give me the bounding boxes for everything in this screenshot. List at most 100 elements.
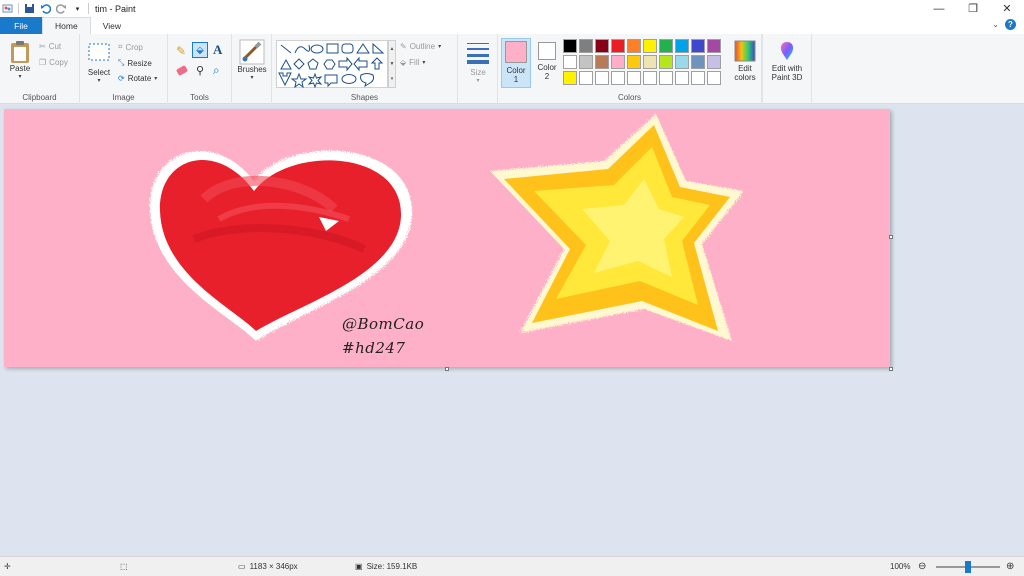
palette-swatch[interactable] — [563, 39, 577, 53]
paste-button[interactable]: Paste ▾ — [6, 40, 34, 80]
rotate-button[interactable]: ⟳ Rotate ▾ — [118, 74, 157, 83]
undo-icon[interactable] — [40, 3, 51, 14]
minimize-button[interactable]: — — [922, 0, 956, 17]
shapes-gallery[interactable] — [276, 40, 388, 89]
brushes-button[interactable]: Brushes ▾ — [234, 39, 270, 81]
palette-swatch[interactable] — [675, 71, 689, 85]
chevron-up-icon[interactable]: ▲ — [390, 46, 395, 52]
select-button[interactable]: Select ▾ — [85, 42, 113, 84]
scissors-icon: ✂ — [39, 42, 46, 51]
resize-handle-right[interactable] — [889, 235, 893, 239]
palette-swatch[interactable] — [691, 71, 705, 85]
clipboard-icon — [11, 41, 29, 63]
fill-bucket-icon[interactable]: ⬙ — [192, 42, 208, 58]
expand-icon[interactable]: ▾ — [391, 76, 394, 82]
palette-swatch[interactable] — [675, 39, 689, 53]
edit-colors-button[interactable]: Edit colors — [731, 40, 759, 82]
shapes-scroll[interactable]: ▲ ▼ ▾ — [388, 40, 396, 88]
palette-swatch[interactable] — [643, 39, 657, 53]
color-spectrum-icon — [734, 40, 756, 62]
palette-swatch[interactable] — [659, 39, 673, 53]
chevron-down-icon: ▾ — [154, 76, 158, 82]
magnifier-icon[interactable]: ⌕ — [213, 63, 220, 78]
disk-icon: ▣ — [355, 562, 363, 571]
redo-icon[interactable] — [56, 3, 67, 14]
palette-swatch[interactable] — [707, 71, 721, 85]
palette-swatch[interactable] — [627, 39, 641, 53]
palette-swatch[interactable] — [595, 39, 609, 53]
eraser-icon[interactable] — [175, 64, 189, 77]
chevron-down-icon: ▾ — [97, 78, 101, 84]
palette-swatch[interactable] — [611, 39, 625, 53]
resize-label: Resize — [127, 58, 152, 68]
palette-swatch[interactable] — [595, 71, 609, 85]
zoom-slider-thumb[interactable] — [965, 561, 971, 573]
separator — [811, 34, 812, 104]
crop-button[interactable]: ⌗ Crop — [118, 42, 143, 52]
fill-button[interactable]: ⬙ Fill ▾ — [400, 58, 425, 67]
resize-handle-corner[interactable] — [889, 367, 893, 371]
separator — [762, 34, 763, 104]
chevron-down-icon: ▾ — [422, 60, 426, 66]
clipboard-group-label: Clipboard — [22, 93, 57, 102]
palette-swatch[interactable] — [691, 55, 705, 69]
palette-swatch[interactable] — [595, 55, 609, 69]
palette-swatch[interactable] — [643, 55, 657, 69]
customize-toolbar-icon[interactable]: ▾ — [72, 3, 83, 14]
cursor-position: ✛ — [4, 562, 11, 571]
restore-button[interactable]: ❐ — [956, 0, 990, 17]
palette-swatch[interactable] — [627, 71, 641, 85]
cut-button[interactable]: ✂ Cut — [39, 42, 61, 51]
fill-bucket-icon: ⬙ — [400, 58, 407, 67]
palette-swatch[interactable] — [659, 55, 673, 69]
palette-swatch[interactable] — [707, 55, 721, 69]
palette-swatch[interactable] — [691, 39, 705, 53]
palette-swatch[interactable] — [643, 71, 657, 85]
palette-swatch[interactable] — [627, 55, 641, 69]
tab-file[interactable]: File — [0, 17, 42, 34]
color-picker-icon[interactable]: ⚲ — [196, 64, 204, 77]
palette-swatch[interactable] — [675, 55, 689, 69]
pencil-icon[interactable]: ✎ — [176, 44, 186, 58]
image-group: Select ▾ ⌗ Crop ⤡ Resize ⟳ Rotate ▾ Imag… — [80, 34, 168, 104]
resize-button[interactable]: ⤡ Resize — [118, 58, 152, 68]
cut-label: Cut — [48, 42, 62, 51]
copy-button[interactable]: ❐ Copy — [39, 58, 68, 67]
edit-with-paint3d-button[interactable]: Edit with Paint 3D — [766, 40, 808, 82]
signature-text-1: @BomCao — [342, 315, 425, 333]
chevron-down-icon[interactable]: ⌄ — [992, 20, 999, 29]
quick-access-toolbar: ▾ — [0, 3, 89, 14]
tab-view[interactable]: View — [91, 17, 133, 34]
color1-label: Color 1 — [506, 66, 526, 84]
palette-swatch[interactable] — [659, 71, 673, 85]
copy-label: Copy — [49, 58, 68, 67]
palette-swatch[interactable] — [611, 55, 625, 69]
zoom-in-icon[interactable]: ⊕ — [1006, 561, 1014, 572]
close-button[interactable]: ✕ — [990, 0, 1024, 17]
palette-swatch[interactable] — [563, 55, 577, 69]
palette-swatch[interactable] — [579, 39, 593, 53]
tab-home[interactable]: Home — [42, 17, 91, 34]
help-icon[interactable]: ? — [1005, 19, 1016, 30]
palette-swatch[interactable] — [579, 55, 593, 69]
outline-button[interactable]: ✎ Outline ▾ — [400, 42, 441, 51]
palette-swatch[interactable] — [611, 71, 625, 85]
save-icon[interactable] — [24, 3, 35, 14]
ribbon: Paste ▾ ✂ Cut ❐ Copy Clipboard Select ▾ … — [0, 34, 1024, 104]
chevron-down-icon: ▾ — [438, 44, 442, 50]
image-dimensions: ▭ 1183 × 346px — [238, 562, 298, 571]
palette-swatch[interactable] — [563, 71, 577, 85]
color1-button[interactable]: Color 1 — [501, 38, 531, 88]
text-tool-icon[interactable]: A — [213, 42, 222, 58]
color2-button[interactable]: Color 2 — [532, 38, 562, 88]
zoom-out-icon[interactable]: ⊖ — [918, 561, 926, 572]
drawing-canvas[interactable]: @BomCao #hd247 — [4, 109, 890, 367]
palette-swatch[interactable] — [707, 39, 721, 53]
image-dimensions-text: 1183 × 346px — [249, 562, 298, 571]
chevron-down-icon[interactable]: ▼ — [390, 61, 395, 67]
palette-swatch[interactable] — [579, 71, 593, 85]
status-bar: ✛ ⬚ ▭ 1183 × 346px ▣ Size: 159.1KB 100% … — [0, 556, 1024, 576]
size-button[interactable]: Size ▾ — [462, 40, 494, 84]
resize-handle-bottom[interactable] — [445, 367, 449, 371]
file-size: ▣ Size: 159.1KB — [355, 562, 417, 571]
